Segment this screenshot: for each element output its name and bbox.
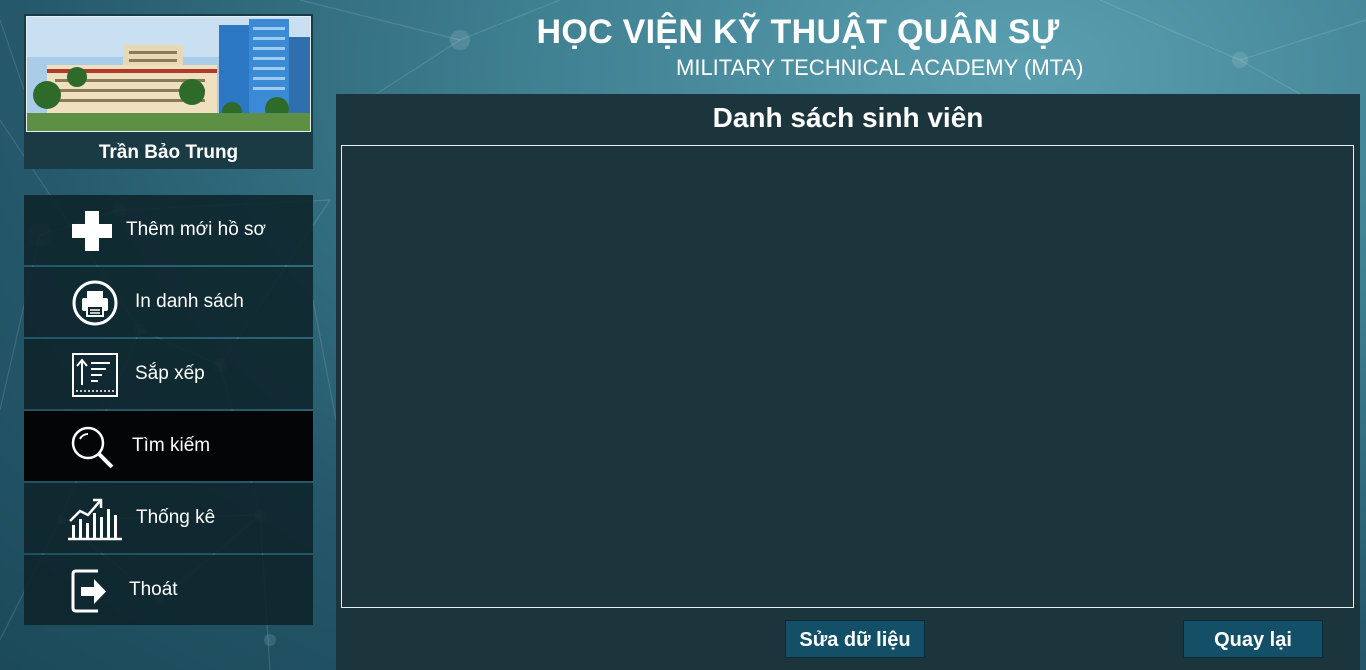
- page-title: Danh sách sinh viên: [712, 102, 984, 133]
- printer-icon: [72, 280, 118, 326]
- menu-item-label: In danh sách: [135, 291, 244, 312]
- menu-item-label: Thống kê: [136, 507, 216, 528]
- back-button[interactable]: Quay lại: [1183, 620, 1323, 658]
- menu-item-label: Thoát: [129, 579, 178, 600]
- menu-item-label: Tìm kiếm: [132, 435, 211, 456]
- username: Trần Bảo Trung: [98, 142, 239, 163]
- sort-icon: [72, 353, 118, 397]
- menu-item-label: Thêm mới hồ sơ: [126, 219, 267, 240]
- menu-item-label: Sắp xếp: [135, 363, 205, 384]
- academy-title: HỌC VIỆN KỸ THUẬT QUÂN SỰ: [536, 13, 1060, 51]
- plus-icon: [72, 211, 112, 251]
- student-list-grid[interactable]: [341, 145, 1354, 608]
- sidebar-menu: Thêm mới hồ sơ In danh sách Sắp xếp Tìm …: [24, 195, 313, 627]
- menu-item-search[interactable]: Tìm kiếm: [24, 411, 313, 481]
- menu-item-add-record[interactable]: Thêm mới hồ sơ: [24, 195, 313, 265]
- chart-icon: [68, 498, 122, 541]
- menu-item-print-list[interactable]: In danh sách: [24, 267, 313, 337]
- edit-data-button[interactable]: Sửa dữ liệu: [785, 620, 925, 658]
- menu-item-exit[interactable]: Thoát: [24, 555, 313, 625]
- menu-item-sort[interactable]: Sắp xếp: [24, 339, 313, 409]
- academy-subtitle: MILITARY TECHNICAL ACADEMY (MTA): [676, 55, 1084, 80]
- exit-icon: [71, 569, 106, 613]
- search-icon: [71, 426, 114, 469]
- main-panel: Danh sách sinh viên Sửa dữ liệu Quay lại: [336, 94, 1360, 670]
- menu-item-statistics[interactable]: Thống kê: [24, 483, 313, 553]
